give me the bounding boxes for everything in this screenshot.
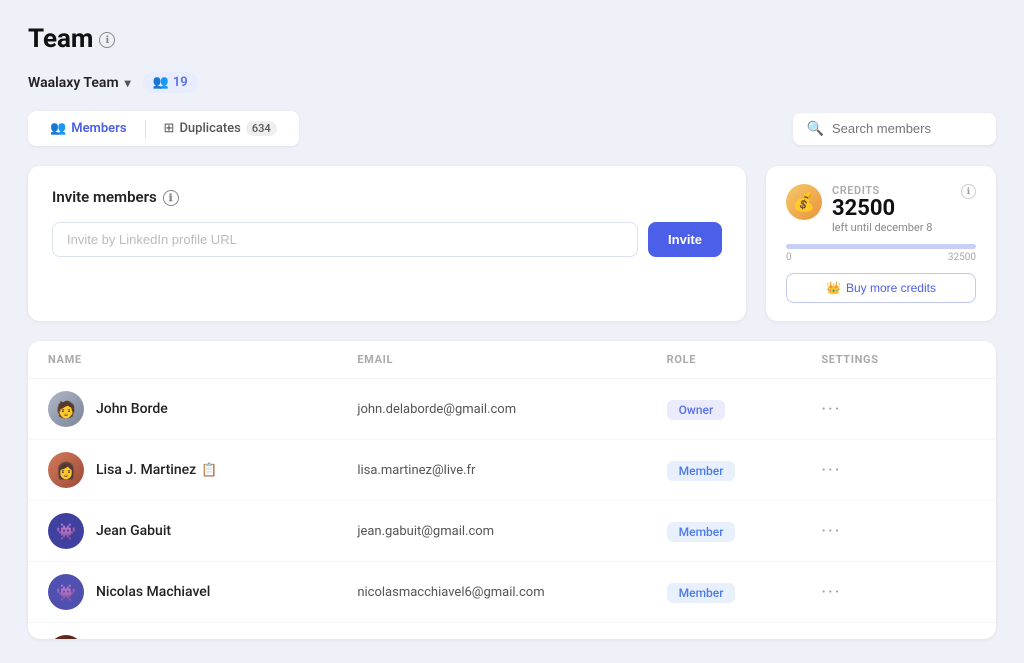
credits-text-block: CREDITS 32500 left until december 8 <box>832 184 932 234</box>
members-tab-label: Members <box>71 121 126 136</box>
credits-info-icon[interactable]: ℹ <box>961 184 976 199</box>
team-selector[interactable]: Waalaxy Team ▾ <box>28 75 131 91</box>
member-count-badge: 👥 19 <box>143 72 198 93</box>
credits-progress-min: 0 <box>786 252 792 263</box>
invite-button[interactable]: Invite <box>648 222 722 257</box>
member-name: Lisa J. Martinez📋 <box>96 462 217 478</box>
member-name: John Borde <box>96 401 168 417</box>
duplicates-count-badge: 634 <box>246 121 277 136</box>
member-name-cell: 👾 Jean Gabuit <box>48 513 357 549</box>
avatar: 🧑 <box>48 391 84 427</box>
members-icon: 👥 <box>153 75 169 90</box>
chevron-down-icon: ▾ <box>125 76 131 90</box>
member-name-cell: 🧑 Lola Chmela <box>48 635 357 639</box>
credits-header: 💰 CREDITS 32500 left until december 8 ℹ <box>786 184 976 234</box>
search-input[interactable] <box>832 121 982 136</box>
table-row: 👾 Jean Gabuit jean.gabuit@gmail.com Memb… <box>28 501 996 562</box>
buy-credits-label: Buy more credits <box>846 281 936 295</box>
avatar: 👾 <box>48 513 84 549</box>
duplicates-tab-label: Duplicates <box>179 121 240 136</box>
credits-progress-bar-fill <box>786 244 976 249</box>
avatar: 🧑 <box>48 635 84 639</box>
invite-url-input[interactable] <box>52 222 638 257</box>
credits-amount: 32500 <box>832 197 932 221</box>
credits-progress-bar-bg <box>786 244 976 249</box>
member-email: lisa.martinez@live.fr <box>357 463 666 478</box>
tab-divider <box>145 120 146 138</box>
table-row: 🧑 John Borde john.delaborde@gmail.com Ow… <box>28 379 996 440</box>
member-email: nicolasmacchiavel6@gmail.com <box>357 585 666 600</box>
credits-progress-labels: 0 32500 <box>786 252 976 263</box>
invite-title-label: Invite members <box>52 188 157 206</box>
member-name: Nicolas Machiavel <box>96 584 210 600</box>
page-container: Team ℹ Waalaxy Team ▾ 👥 19 👥 Members ⊞ D… <box>0 0 1024 663</box>
crown-icon: 👑 <box>826 281 841 295</box>
tab-members[interactable]: 👥 Members <box>36 115 141 142</box>
member-role-cell: Member <box>667 460 822 481</box>
member-role-cell: Member <box>667 582 822 603</box>
table-row: 👾 Nicolas Machiavel nicolasmacchiavel6@g… <box>28 562 996 623</box>
search-icon: 🔍 <box>807 121 824 137</box>
invite-card: Invite members ℹ Invite <box>28 166 746 321</box>
member-settings-cell[interactable]: ··· <box>821 460 976 481</box>
avatar: 👩 <box>48 452 84 488</box>
table-body: 🧑 John Borde john.delaborde@gmail.com Ow… <box>28 379 996 639</box>
table-header: NAME EMAIL ROLE SETTINGS <box>28 341 996 379</box>
settings-dots[interactable]: ··· <box>821 582 841 603</box>
member-email: jean.gabuit@gmail.com <box>357 524 666 539</box>
member-email: john.delaborde@gmail.com <box>357 402 666 417</box>
settings-dots[interactable]: ··· <box>821 460 841 481</box>
avatar: 👾 <box>48 574 84 610</box>
page-title: Team <box>28 24 93 54</box>
role-badge: Owner <box>667 400 726 420</box>
credits-coin-icon: 💰 <box>786 184 822 220</box>
member-name-cell: 🧑 John Borde <box>48 391 357 427</box>
member-count: 19 <box>173 75 188 90</box>
search-box: 🔍 <box>793 113 996 145</box>
table-row: 🧑 Lola Chmela lola.chmela@icloud.com Mem… <box>28 623 996 639</box>
col-header-role: ROLE <box>667 353 822 366</box>
members-tab-icon: 👥 <box>50 121 66 136</box>
invite-info-icon[interactable]: ℹ <box>163 190 179 206</box>
member-name-cell: 👾 Nicolas Machiavel <box>48 574 357 610</box>
member-settings-cell[interactable]: ··· <box>821 582 976 603</box>
role-badge: Member <box>667 461 736 481</box>
settings-dots[interactable]: ··· <box>821 399 841 420</box>
role-badge: Member <box>667 522 736 542</box>
member-role-cell: Member <box>667 521 822 542</box>
page-header: Team ℹ <box>28 24 996 54</box>
member-settings-cell[interactable]: ··· <box>821 521 976 542</box>
member-role-cell: Owner <box>667 399 822 420</box>
team-selector-row: Waalaxy Team ▾ 👥 19 <box>28 72 996 93</box>
buy-credits-button[interactable]: 👑 Buy more credits <box>786 273 976 303</box>
team-name: Waalaxy Team <box>28 75 119 91</box>
tab-duplicates[interactable]: ⊞ Duplicates 634 <box>150 115 291 142</box>
credits-left: 💰 CREDITS 32500 left until december 8 <box>786 184 932 234</box>
member-name-cell: 👩 Lisa J. Martinez📋 <box>48 452 357 488</box>
role-badge: Member <box>667 583 736 603</box>
duplicates-tab-icon: ⊞ <box>164 121 175 136</box>
credits-card: 💰 CREDITS 32500 left until december 8 ℹ … <box>766 166 996 321</box>
col-header-name: NAME <box>48 353 357 366</box>
members-table: NAME EMAIL ROLE SETTINGS 🧑 John Borde jo… <box>28 341 996 639</box>
tabs-row: 👥 Members ⊞ Duplicates 634 🔍 <box>28 111 996 146</box>
member-name: Jean Gabuit <box>96 523 171 539</box>
col-header-settings: SETTINGS <box>821 353 976 366</box>
page-info-icon[interactable]: ℹ <box>99 32 115 48</box>
invite-form: Invite <box>52 222 722 257</box>
settings-dots[interactable]: ··· <box>821 521 841 542</box>
edit-icon: 📋 <box>201 463 217 478</box>
col-header-email: EMAIL <box>357 353 666 366</box>
credits-progress-max: 32500 <box>948 252 976 263</box>
credits-subtitle: left until december 8 <box>832 221 932 234</box>
table-row: 👩 Lisa J. Martinez📋 lisa.martinez@live.f… <box>28 440 996 501</box>
tabs-container: 👥 Members ⊞ Duplicates 634 <box>28 111 299 146</box>
credits-progress: 0 32500 <box>786 244 976 263</box>
invite-title: Invite members ℹ <box>52 188 722 206</box>
member-settings-cell[interactable]: ··· <box>821 399 976 420</box>
content-row: Invite members ℹ Invite 💰 CREDITS 32500 … <box>28 166 996 321</box>
